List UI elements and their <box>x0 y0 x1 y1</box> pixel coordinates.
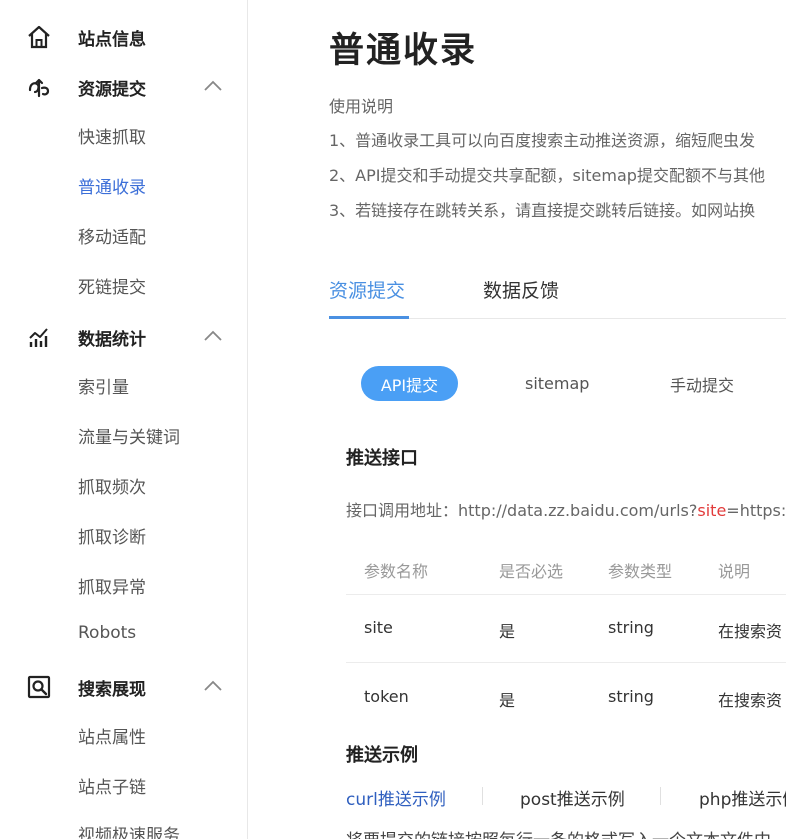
table-divider <box>346 662 786 663</box>
endpoint-address: 接口调用地址：http://data.zz.baidu.com/urls?sit… <box>346 497 786 521</box>
chevron-up-icon[interactable] <box>203 78 223 94</box>
usage-line: 2、API提交和手动提交共享配额，sitemap提交配额不与其他 <box>329 166 765 185</box>
table-header: 参数类型 <box>608 562 673 581</box>
method-manual-button[interactable]: 手动提交 <box>670 366 734 401</box>
tab-data-feedback[interactable]: 数据反馈 <box>483 276 559 303</box>
endpoint-url-prefix: http://data.zz.baidu.com/urls? <box>458 501 698 520</box>
example-tab-separator <box>482 787 483 805</box>
sidebar-group-label: 站点信息 <box>78 30 146 50</box>
sidebar-item-crawl-errors[interactable]: 抓取异常 <box>78 573 146 598</box>
tab-curl-example[interactable]: curl推送示例 <box>346 785 446 810</box>
sidebar-item-normal-index[interactable]: 普通收录 <box>78 173 146 198</box>
sidebar-group-label: 搜索展现 <box>78 680 146 700</box>
sidebar-item-crawl-frequency[interactable]: 抓取频次 <box>78 473 146 498</box>
sidebar-group-resource-submit[interactable]: 资源提交 <box>0 66 248 106</box>
tab-php-example[interactable]: php推送示例 <box>699 785 786 810</box>
page-title: 普通收录 <box>329 31 478 71</box>
push-example-title: 推送示例 <box>346 745 418 766</box>
push-api-title: 推送接口 <box>346 448 418 469</box>
sidebar-item-robots[interactable]: Robots <box>78 623 136 643</box>
table-cell: 是 <box>499 691 516 710</box>
chevron-up-icon[interactable] <box>203 328 223 344</box>
table-cell: site <box>364 618 393 637</box>
sidebar-item-index-count[interactable]: 索引量 <box>78 373 129 398</box>
table-header: 说明 <box>718 562 751 581</box>
submit-icon <box>28 78 50 98</box>
sidebar-item-fast-crawl[interactable]: 快速抓取 <box>78 123 146 148</box>
main-content: 普通收录 使用说明 1、普通收录工具可以向百度搜索主动推送资源，缩短爬虫发 2、… <box>249 0 786 839</box>
endpoint-label: 接口调用地址： <box>346 501 459 520</box>
chart-icon <box>29 328 48 347</box>
table-cell: 在搜索资 <box>718 622 783 641</box>
search-display-icon <box>27 675 51 699</box>
sidebar-item-site-properties[interactable]: 站点属性 <box>78 723 146 748</box>
usage-line: 3、若链接存在跳转关系，请直接提交跳转后链接。如网站换 <box>329 201 756 220</box>
table-cell: 在搜索资 <box>718 691 783 710</box>
tab-active-indicator <box>329 316 409 319</box>
sidebar-item-crawl-diagnosis[interactable]: 抓取诊断 <box>78 523 146 548</box>
sidebar-item-dead-link[interactable]: 死链提交 <box>78 273 146 298</box>
usage-line: 1、普通收录工具可以向百度搜索主动推送资源，缩短爬虫发 <box>329 131 756 150</box>
method-api-button[interactable]: API提交 <box>361 366 458 401</box>
chevron-up-icon[interactable] <box>203 678 223 694</box>
sidebar-item-video-speed[interactable]: 视频极速服务 <box>78 821 180 839</box>
tab-resource-submit[interactable]: 资源提交 <box>329 276 405 303</box>
example-tab-separator <box>660 787 661 805</box>
sidebar-group-label: 数据统计 <box>78 330 146 350</box>
sidebar-group-site-info[interactable]: 站点信息 <box>0 16 248 56</box>
sidebar-group-data-stats[interactable]: 数据统计 <box>0 316 248 356</box>
method-sitemap-button[interactable]: sitemap <box>525 366 589 401</box>
table-cell: string <box>608 687 654 706</box>
table-cell: string <box>608 618 654 637</box>
sidebar-item-traffic-keywords[interactable]: 流量与关键词 <box>78 423 180 448</box>
sidebar-item-mobile-adapt[interactable]: 移动适配 <box>78 223 146 248</box>
table-cell: token <box>364 687 409 706</box>
sidebar-item-site-sublinks[interactable]: 站点子链 <box>78 773 146 798</box>
table-cell: 是 <box>499 622 516 641</box>
sidebar-group-label: 资源提交 <box>78 80 146 100</box>
table-header: 是否必选 <box>499 562 564 581</box>
usage-title: 使用说明 <box>329 97 394 116</box>
home-icon <box>28 25 50 49</box>
tab-post-example[interactable]: post推送示例 <box>520 785 625 810</box>
example-instruction: 将要提交的链接按照每行一条的格式写入一个文本文件中 <box>346 826 771 839</box>
sidebar-group-search-display[interactable]: 搜索展现 <box>0 666 248 706</box>
table-divider <box>346 594 786 595</box>
endpoint-url-suffix: =https: <box>726 501 786 520</box>
sidebar: 站点信息 资源提交 快速抓取 普通收录 移动适配 死链提交 数据统计 索引量 流… <box>0 0 248 839</box>
endpoint-url-param: site <box>697 501 727 520</box>
table-header: 参数名称 <box>364 562 429 581</box>
